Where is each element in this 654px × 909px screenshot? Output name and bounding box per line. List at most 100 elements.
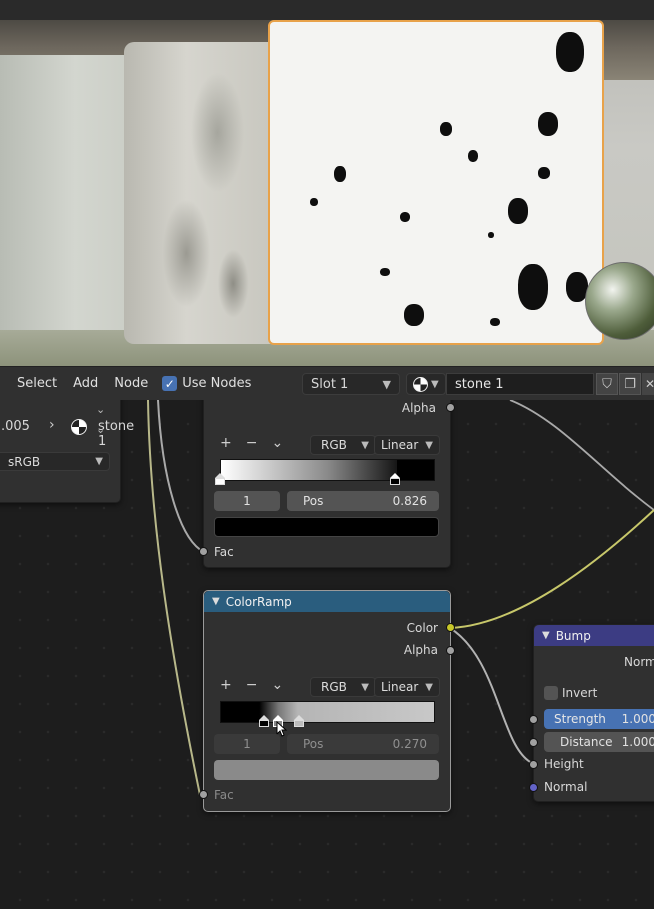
texture-speck [468,150,478,162]
menu-add[interactable]: Add [65,376,106,391]
browse-material-button[interactable]: ▼ [406,373,446,395]
color-ramp-gradient[interactable] [220,459,435,481]
interpolation-label: Linear [381,680,419,694]
remove-stop-icon[interactable]: − [246,435,258,451]
pos-label: Pos [303,737,324,751]
chevron-down-icon[interactable]: ⌄ [96,423,105,436]
image-node-value[interactable]: .005 [1,419,30,434]
link-wire [449,509,654,629]
collapse-chevron-icon[interactable]: ▼ [542,630,550,641]
node-editor-canvas[interactable]: ⌄ .005 › stone 1 ⌄ sRGB ▼ Alpha + − ⌄ RG… [0,400,654,909]
material-name-field[interactable]: stone 1 [446,373,594,395]
stop-color-swatch[interactable] [214,760,439,780]
texture-speck [538,167,550,179]
fake-user-shield-icon[interactable]: ⛉ [596,373,618,395]
stop-color-swatch[interactable] [214,517,439,537]
active-stop-index[interactable]: 1 [214,734,280,754]
chevron-down-icon[interactable]: ⌄ [96,403,105,416]
texture-speck [518,264,548,310]
colorramp-node-top[interactable]: Alpha + − ⌄ RGB ▼ Linear ▼ 1 Pos 0.826 F… [199,400,455,568]
texture-speck [380,268,390,276]
distance-label: Distance [560,735,613,749]
strength-input-socket[interactable] [529,715,538,724]
collapse-chevron-icon[interactable]: ▼ [212,596,220,607]
texture-speck [556,32,584,72]
node-editor-header: Select Add Node ✓ Use Nodes Slot 1 ▼ ▼ s… [0,366,654,400]
output-color-label: Color [406,621,438,635]
stone-block-left[interactable] [124,42,280,344]
use-nodes-toggle[interactable]: ✓ Use Nodes [162,376,251,391]
chevron-right-icon[interactable]: › [49,417,55,433]
color-space-label: sRGB [8,454,41,469]
distance-input-socket[interactable] [529,738,538,747]
3d-viewport[interactable] [0,0,654,366]
color-mode-dropdown[interactable]: RGB ▼ [310,435,376,455]
texture-speck [334,166,346,182]
input-fac-socket[interactable] [199,790,208,799]
output-alpha-socket[interactable] [446,646,455,655]
bump-node-header[interactable]: ▼ Bump [534,625,654,646]
pos-label: Pos [303,494,324,508]
ramp-menu-icon[interactable]: ⌄ [271,677,283,693]
stone-block-selected[interactable] [268,20,604,345]
ramp-stop-handle[interactable] [259,715,269,727]
add-stop-icon[interactable]: + [220,435,232,451]
colorramp-node[interactable]: ▼ ColorRamp Color Alpha + − ⌄ RGB ▼ Line… [199,590,455,812]
interpolation-dropdown[interactable]: Linear ▼ [374,435,440,455]
texture-speck [538,112,558,136]
menu-node[interactable]: Node [106,376,156,391]
hdri-preview-sphere [585,262,654,340]
remove-stop-icon[interactable]: − [246,677,258,693]
output-color-socket[interactable] [446,623,455,632]
input-fac-label: Fac [214,545,234,559]
active-stop-index[interactable]: 1 [214,491,280,511]
duplicate-material-icon[interactable]: ❐ [619,373,641,395]
colorramp-title: ColorRamp [225,594,292,609]
invert-checkbox[interactable] [544,686,558,700]
input-normal-label: Normal [544,780,588,794]
chevron-down-icon: ▼ [425,681,433,693]
pos-value: 0.826 [392,494,427,508]
input-fac-socket[interactable] [199,547,208,556]
height-input-socket[interactable] [529,760,538,769]
ramp-menu-icon[interactable]: ⌄ [271,435,283,451]
chevron-down-icon: ▼ [95,456,103,467]
chevron-down-icon: ▼ [431,378,439,390]
stop-position-field[interactable]: Pos 0.270 [287,734,439,754]
normal-input-socket[interactable] [529,783,538,792]
strength-slider[interactable]: Strength 1.000 [544,709,654,729]
link-wire [509,400,654,511]
ramp-stop-handle[interactable] [294,715,304,727]
ramp-toolbar: + − ⌄ [220,677,297,693]
output-alpha-label: Alpha [401,401,436,415]
chevron-down-icon: ▼ [361,439,369,451]
menu-select[interactable]: Select [9,376,65,391]
interpolation-dropdown[interactable]: Linear ▼ [374,677,440,697]
stop-position-field[interactable]: Pos 0.826 [287,491,439,511]
bump-node[interactable]: ▼ Bump Norm Invert Strength 1.000 Distan… [529,624,654,802]
add-stop-icon[interactable]: + [220,677,232,693]
input-fac-label: Fac [214,788,234,802]
color-ramp-gradient[interactable] [220,701,435,723]
chevron-down-icon: ▼ [382,377,391,391]
pos-value: 0.270 [392,737,427,751]
colorramp-node-header[interactable]: ▼ ColorRamp [204,591,450,612]
distance-value: 1.000 [621,735,654,749]
distance-field[interactable]: Distance 1.000 [544,732,654,752]
color-mode-dropdown[interactable]: RGB ▼ [310,677,376,697]
material-sphere-icon [413,376,428,392]
color-space-dropdown[interactable]: sRGB ▼ [0,452,110,471]
ramp-stop-handle[interactable] [215,473,225,485]
strength-label: Strength [554,712,606,726]
texture-speck [490,318,500,326]
ramp-stop-handle-active[interactable] [390,473,400,485]
slot-dropdown[interactable]: Slot 1 ▼ [302,373,400,395]
color-mode-label: RGB [321,680,347,694]
link-wire [449,627,535,765]
image-texture-node[interactable]: ⌄ .005 › stone 1 ⌄ sRGB ▼ [0,400,134,503]
texture-speck [400,212,410,222]
chevron-down-icon: ▼ [425,439,433,451]
unlink-material-icon[interactable]: ✕ [642,373,654,395]
output-alpha-socket[interactable] [446,403,455,412]
use-nodes-checkbox[interactable]: ✓ [162,376,178,391]
